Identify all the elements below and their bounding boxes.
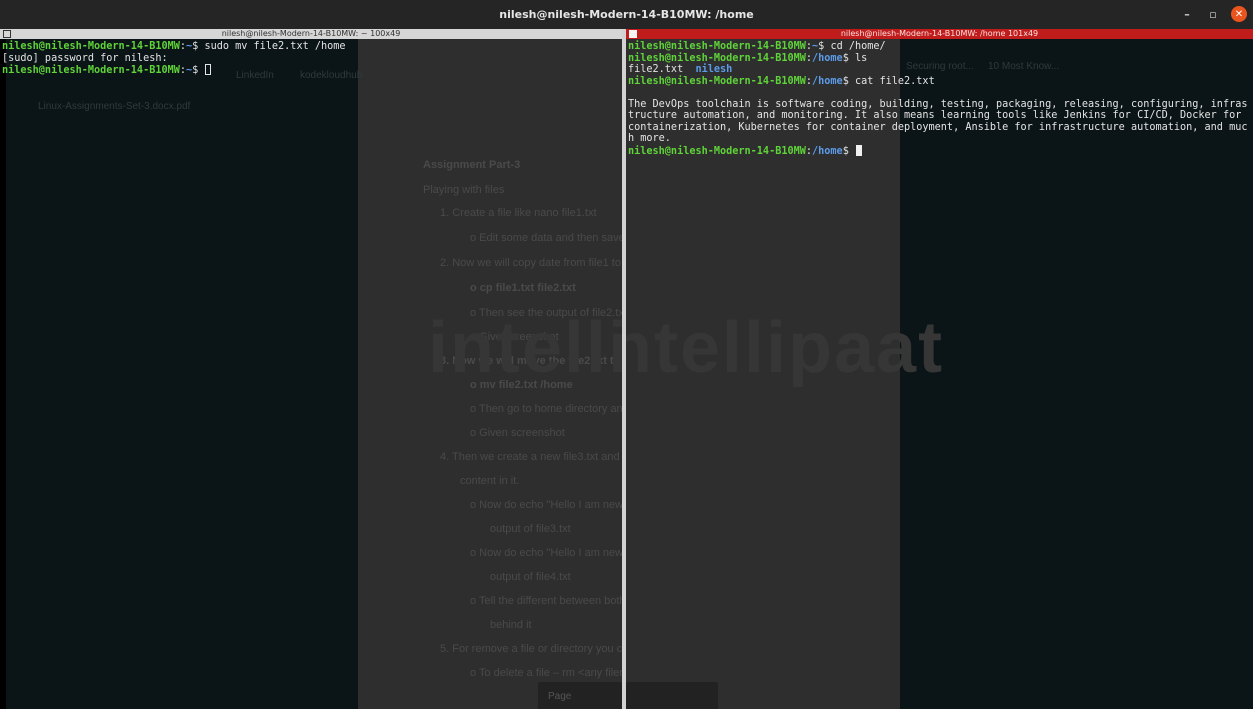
pane-header-left[interactable]: nilesh@nilesh-Modern-14-B10MW: ~ 100x49: [0, 29, 622, 39]
terminal-line: file2.txt nilesh: [628, 64, 1251, 76]
ghost-page-label: Page: [548, 691, 572, 702]
pane-title-right: nilesh@nilesh-Modern-14-B10MW: /home 101…: [840, 29, 1039, 38]
ghost-item: o cp file1.txt file2.txt: [470, 282, 576, 294]
ghost-item: output of file3.txt: [490, 523, 571, 535]
ghost-item: o Tell the different between both step y…: [470, 595, 622, 607]
ghost-item: 5. For remove a file or directory you ca…: [440, 643, 622, 655]
terminal-line: [sudo] password for nilesh:: [2, 53, 620, 65]
terminal-pane-left[interactable]: nilesh@nilesh-Modern-14-B10MW: ~ 100x49 …: [0, 29, 622, 709]
ghost-intro: Playing with files: [423, 184, 505, 196]
prompt-user: nilesh@nilesh-Modern-14-B10MW: [628, 75, 806, 87]
ls-directory: nilesh: [695, 64, 733, 75]
ghost-logo: intellipaat: [428, 308, 622, 388]
terminal-line: nilesh@nilesh-Modern-14-B10MW:~$: [2, 64, 620, 77]
prompt-path: /home: [812, 145, 843, 157]
ghost-item: 3. Now we will move the file2.txt to new…: [440, 355, 622, 367]
prompt-path: /home: [812, 52, 843, 64]
output-text: [sudo] password for nilesh:: [2, 52, 168, 64]
terminal-line: nilesh@nilesh-Modern-14-B10MW:/home$ cat…: [628, 76, 1251, 88]
ghost-item: o Now do echo "Hello I am newline" >> fi…: [470, 547, 622, 559]
terminal-output-right[interactable]: nilesh@nilesh-Modern-14-B10MW:~$ cd /hom…: [626, 39, 1253, 157]
doc-page: [358, 39, 622, 709]
ghost-item: o Given screenshot: [470, 427, 565, 439]
prompt-symbol: $: [842, 75, 855, 87]
ghost-item: o Edit some data and then save the file: [470, 232, 622, 244]
prompt-user: nilesh@nilesh-Modern-14-B10MW: [628, 145, 806, 157]
ghost-item: output of file4.txt: [490, 571, 571, 583]
window-title: nilesh@nilesh-Modern-14-B10MW: /home: [499, 8, 754, 21]
ghost-item: o To delete a file – rm <any filename>: [470, 667, 622, 679]
ghost-item: content in it.: [460, 475, 520, 487]
terminal-cursor: [855, 144, 862, 156]
ghost-file: Linux-Assignments-Set-3.docx.pdf: [38, 101, 191, 112]
terminal-output-left[interactable]: nilesh@nilesh-Modern-14-B10MW:~$ sudo mv…: [0, 39, 622, 77]
prompt-symbol: $: [192, 41, 205, 52]
ghost-item: 1. Create a file like nano file1.txt: [440, 207, 597, 219]
doc-viewer-dark-area: [6, 39, 358, 709]
terminal-line: nilesh@nilesh-Modern-14-B10MW:/home$ ls: [628, 53, 1251, 65]
command-text: sudo mv file2.txt /home: [204, 41, 346, 52]
ls-gap: [683, 64, 695, 75]
prompt-user: nilesh@nilesh-Modern-14-B10MW: [628, 52, 806, 64]
prompt-symbol: $: [818, 41, 831, 52]
command-text: cd /home/: [830, 41, 886, 52]
ghost-page-toolbar: [626, 682, 718, 709]
maximize-icon[interactable]: ▫: [1205, 6, 1221, 22]
ghost-item: o Then go to home directory and check ls…: [470, 403, 622, 415]
ghost-item: behind it: [490, 619, 532, 631]
pane-title-left: nilesh@nilesh-Modern-14-B10MW: ~ 100x49: [221, 29, 401, 38]
terminal-line: The DevOps toolchain is software coding,…: [628, 99, 1251, 145]
ghost-item: o Then see the output of file2.txt, cat …: [470, 307, 622, 319]
ghost-item: o Give screenshot: [470, 331, 559, 343]
ghost-page-toolbar: [538, 682, 622, 709]
ghost-item: 4. Then we create a new file3.txt and fi…: [440, 451, 622, 463]
minimize-icon[interactable]: –: [1179, 6, 1195, 22]
prompt-symbol: $: [192, 65, 205, 76]
background-document-left: LinkedIn kodekloudhub Linux-Assignments-…: [0, 39, 622, 709]
prompt-symbol: $: [842, 52, 855, 64]
ls-file: file2.txt: [628, 64, 684, 75]
ghost-item: 2. Now we will copy date from file1 to n…: [440, 257, 622, 269]
terminal-cursor: [205, 64, 212, 75]
close-icon[interactable]: ✕: [1231, 6, 1247, 22]
prompt-user: nilesh@nilesh-Modern-14-B10MW: [2, 41, 180, 52]
terminal-line: nilesh@nilesh-Modern-14-B10MW:~$ sudo mv…: [2, 41, 620, 53]
prompt-user: nilesh@nilesh-Modern-14-B10MW: [2, 65, 180, 76]
command-text: cat file2.txt: [854, 75, 935, 87]
split-pane-icon[interactable]: [629, 30, 637, 38]
window-controls: – ▫ ✕: [1179, 6, 1247, 22]
prompt-path: /home: [812, 75, 843, 87]
ghost-part: Assignment Part-3: [423, 159, 521, 171]
ghost-item: o Now do echo "Hello I am newline" > fil…: [470, 499, 622, 511]
ghost-logo: intellipaat: [626, 308, 945, 388]
split-pane-icon[interactable]: [3, 30, 11, 38]
terminal-line: nilesh@nilesh-Modern-14-B10MW:/home$: [628, 144, 1251, 158]
command-text: ls: [854, 52, 868, 64]
terminal-pane-right[interactable]: nilesh@nilesh-Modern-14-B10MW: /home 101…: [626, 29, 1253, 709]
prompt-user: nilesh@nilesh-Modern-14-B10MW: [628, 41, 806, 52]
terminal-line: nilesh@nilesh-Modern-14-B10MW:~$ cd /hom…: [628, 41, 1251, 53]
pane-header-right[interactable]: nilesh@nilesh-Modern-14-B10MW: /home 101…: [626, 29, 1253, 39]
prompt-symbol: $: [842, 145, 855, 157]
output-text: The DevOps toolchain is software coding,…: [628, 98, 1248, 145]
window-titlebar[interactable]: nilesh@nilesh-Modern-14-B10MW: /home – ▫…: [0, 0, 1253, 29]
ghost-item: o mv file2.txt /home: [470, 379, 573, 391]
